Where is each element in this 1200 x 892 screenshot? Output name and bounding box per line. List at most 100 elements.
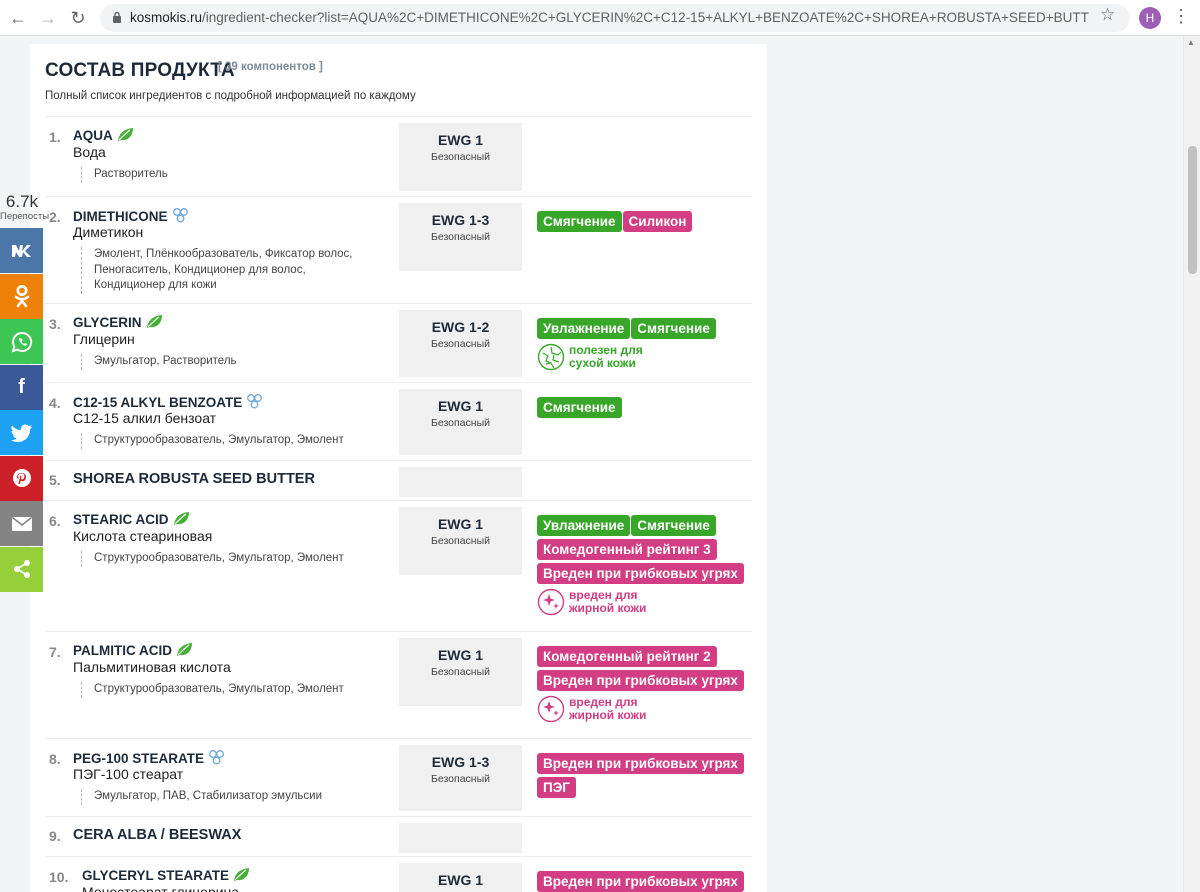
function-line: Кондиционер для кожи (94, 279, 217, 291)
ingredient-russian-name: Глицерин (73, 331, 135, 347)
ingredient-row: 6. STEARIC ACID Кислота стеариновая Структу… (45, 500, 752, 631)
scroll-up-icon[interactable]: ▲ (1187, 38, 1195, 47)
ingredient-functions: Эмульгатор, ПАВ, Стабилизатор эмульсии (81, 789, 322, 805)
address-bar[interactable]: kosmokis.ru/ingredient-checker?list=AQUA… (100, 4, 1130, 32)
ingredient-row: 8. PEG-100 STEARATE ПЭГ-100 стеарат Эмульга… (45, 738, 752, 816)
ingredient-row: 5. SHOREA ROBUSTA SEED BUTTER (45, 460, 752, 500)
ingredient-inci-text: GLYCERYL STEARATE (82, 868, 230, 883)
ingredient-russian-name: Моностеарат глицерина (82, 884, 240, 892)
ingredient-functions: Эмолент, Плёнкообразователь, Фиксатор во… (81, 247, 353, 294)
twitter-share-button[interactable] (0, 410, 43, 455)
tag-badge[interactable]: Вреден при грибковых угрях (537, 753, 744, 774)
function-line: Пеногаситель, Кондиционер для волос, (94, 263, 306, 276)
ingredient-number: 10. (49, 869, 69, 885)
tag-badge[interactable]: Смягчение (631, 515, 716, 536)
ingredient-inci-name[interactable]: GLYCERYL STEARATE (82, 867, 250, 885)
ingredient-inci-name[interactable]: GLYCERIN (73, 314, 163, 332)
ingredient-row: 9. CERA ALBA / BEESWAX (45, 816, 752, 856)
tag-badge[interactable]: Комедогенный рейтинг 2 (537, 646, 717, 667)
ingredient-inci-name[interactable]: PALMITIC ACID (73, 642, 193, 660)
ingredient-row: 3. GLYCERIN Глицерин Эмульгатор, Растворите… (45, 303, 752, 382)
tag-badge[interactable]: Смягчение (537, 397, 622, 418)
ingredient-inci-text: SHOREA ROBUSTA SEED BUTTER (73, 471, 315, 487)
ewg-level: EWG 1-3 (431, 212, 490, 228)
reload-icon[interactable]: ↻ (66, 6, 90, 30)
ingredient-inci-text: DIMETHICONE (73, 209, 168, 224)
share-icon (12, 559, 32, 579)
ingredient-tags: Смягчение (537, 397, 777, 421)
whatsapp-share-button[interactable] (0, 319, 43, 364)
ingredient-functions: Структурообразователь, Эмульгатор, Эмоле… (81, 682, 344, 698)
ingredient-functions: Структурообразователь, Эмульгатор, Эмоле… (81, 551, 344, 567)
page-scrollbar[interactable]: ▲ (1183, 36, 1200, 892)
share-counter: 6.7k Перепосты (0, 192, 50, 222)
ingredient-inci-text: C12-15 ALKYL BENZOATE (73, 395, 243, 410)
tag-badge[interactable]: Комедогенный рейтинг 3 (537, 539, 717, 560)
ingredient-row: 10. GLYCERYL STEARATE Моностеарат глицерин… (45, 856, 752, 892)
share-share-button[interactable] (0, 546, 43, 592)
ingredient-inci-text: PALMITIC ACID (73, 643, 172, 658)
ewg-safety: Безопасный (430, 231, 491, 243)
ewg-rating-box: EWG 1-2 Безопасный (399, 310, 522, 377)
twitter-icon (10, 424, 33, 442)
ewg-safety: Безопасный (430, 151, 491, 163)
browser-menu-icon[interactable]: ⋮ (1172, 6, 1190, 27)
back-icon[interactable]: ← (6, 6, 30, 30)
ingredient-number: 7. (49, 644, 61, 660)
function-line: Эмульгатор, Растворитель (94, 355, 237, 367)
url-text: kosmokis.ru/ingredient-checker?list=AQUA… (130, 10, 1090, 25)
forward-icon[interactable]: → (36, 6, 60, 30)
ingredient-functions: Растворитель (81, 167, 168, 183)
tag-badge[interactable]: Увлажнение (537, 515, 631, 536)
ingredient-inci-name[interactable]: STEARIC ACID (73, 511, 190, 529)
function-line: Растворитель (94, 168, 168, 180)
whatsapp-icon (11, 331, 33, 353)
email-share-button[interactable] (0, 501, 43, 546)
ingredient-russian-name: Кислота стеариновая (73, 528, 213, 544)
function-line: Структурообразователь, Эмульгатор, Эмоле… (94, 683, 344, 695)
ingredient-inci-name[interactable]: SHOREA ROBUSTA SEED BUTTER (73, 471, 315, 487)
skin-note: полезен для сухой кожи (537, 343, 777, 371)
odnoklassniki-share-button[interactable] (0, 273, 43, 319)
molecule-icon (172, 207, 189, 226)
ingredient-inci-name[interactable]: AQUA (73, 127, 134, 145)
pinterest-share-button[interactable] (0, 455, 43, 501)
ewg-rating-box (399, 823, 522, 853)
tag-badge[interactable]: Увлажнение (537, 318, 631, 339)
tag-badge[interactable]: Силикон (622, 211, 693, 232)
ewg-level: EWG 1 (437, 398, 484, 414)
ewg-rating-box (399, 467, 522, 497)
oily-skin-icon (537, 695, 565, 723)
profile-avatar[interactable]: H (1139, 7, 1161, 29)
facebook-share-button[interactable]: f (0, 364, 43, 410)
leaf-icon (146, 314, 163, 332)
tag-badge[interactable]: Вреден при грибковых угрях (537, 871, 744, 892)
vk-icon (11, 244, 33, 258)
skin-note: вреден для жирной кожи (537, 588, 777, 616)
dry-skin-icon (537, 343, 565, 371)
ewg-safety: Безопасный (430, 535, 491, 547)
ingredient-russian-name: Вода (73, 144, 106, 160)
ingredient-inci-name[interactable]: CERA ALBA / BEESWAX (73, 827, 241, 843)
scrollbar-thumb[interactable] (1188, 146, 1197, 274)
tag-badge[interactable]: Смягчение (537, 211, 622, 232)
vk-share-button[interactable] (0, 228, 43, 273)
ingredient-russian-name: Диметикон (73, 224, 144, 240)
molecule-icon (208, 749, 225, 768)
tag-badge[interactable]: Вреден при грибковых угрях (537, 563, 744, 584)
ewg-safety: Безопасный (430, 338, 491, 350)
ingredient-number: 8. (49, 751, 61, 767)
bookmark-star-icon[interactable]: ☆ (1100, 5, 1115, 25)
skin-note-text: полезен для сухой кожи (569, 343, 643, 370)
ewg-level: EWG 1-2 (431, 319, 490, 335)
ingredient-inci-text: CERA ALBA / BEESWAX (73, 827, 242, 843)
tag-badge[interactable]: Смягчение (631, 318, 716, 339)
ingredient-inci-text: AQUA (73, 128, 113, 143)
ingredient-number: 1. (49, 129, 61, 145)
share-label: Перепосты (0, 211, 50, 222)
ingredient-tags: Комедогенный рейтинг 2 Вреден при грибков… (537, 646, 777, 723)
tag-badge[interactable]: ПЭГ (537, 777, 576, 798)
tag-badge[interactable]: Вреден при грибковых угрях (537, 670, 744, 691)
ewg-safety: Безопасный (430, 666, 491, 678)
ingredient-number: 2. (49, 209, 61, 225)
